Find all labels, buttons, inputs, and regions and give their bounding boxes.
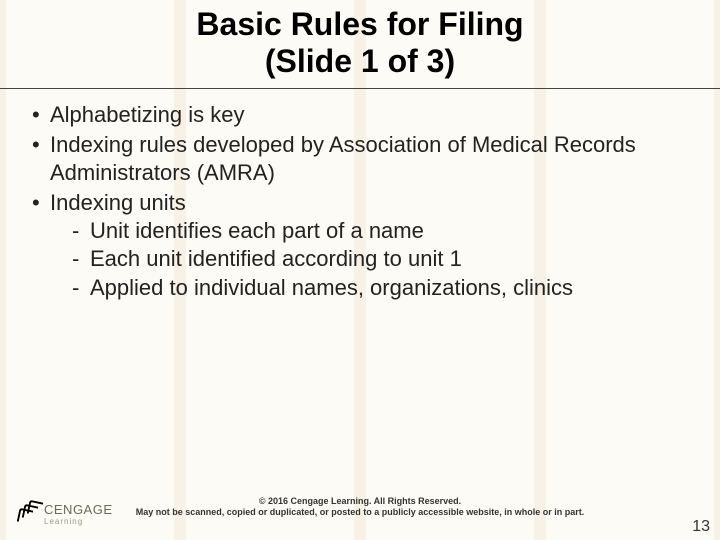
bullet-list: Alphabetizing is key Indexing rules deve… [28,101,692,302]
slide-body: Alphabetizing is key Indexing rules deve… [0,89,720,302]
copyright-footer: © 2016 Cengage Learning. All Rights Rese… [0,496,720,519]
page-number: 13 [692,518,710,536]
sub-bullet-text: Each unit identified according to unit 1 [90,246,462,271]
sub-bullet-item: Applied to individual names, organizatio… [72,274,692,302]
bullet-item: Indexing rules developed by Association … [28,131,692,187]
sub-bullet-list: Unit identifies each part of a name Each… [50,217,692,301]
slide-title-line1: Basic Rules for Filing [20,6,700,43]
copyright-line2: May not be scanned, copied or duplicated… [0,507,720,518]
bullet-text: Alphabetizing is key [50,102,244,127]
bullet-item: Indexing units Unit identifies each part… [28,189,692,302]
slide-title-block: Basic Rules for Filing (Slide 1 of 3) [0,0,720,89]
bullet-text: Indexing units [50,190,186,215]
sub-bullet-item: Each unit identified according to unit 1 [72,245,692,273]
sub-bullet-text: Applied to individual names, organizatio… [90,275,573,300]
bullet-text: Indexing rules developed by Association … [50,132,636,185]
logo-subbrand: Learning [44,517,113,526]
slide-title-line2: (Slide 1 of 3) [20,43,700,80]
bullet-item: Alphabetizing is key [28,101,692,129]
sub-bullet-item: Unit identifies each part of a name [72,217,692,245]
copyright-line1: © 2016 Cengage Learning. All Rights Rese… [0,496,720,507]
sub-bullet-text: Unit identifies each part of a name [90,218,424,243]
